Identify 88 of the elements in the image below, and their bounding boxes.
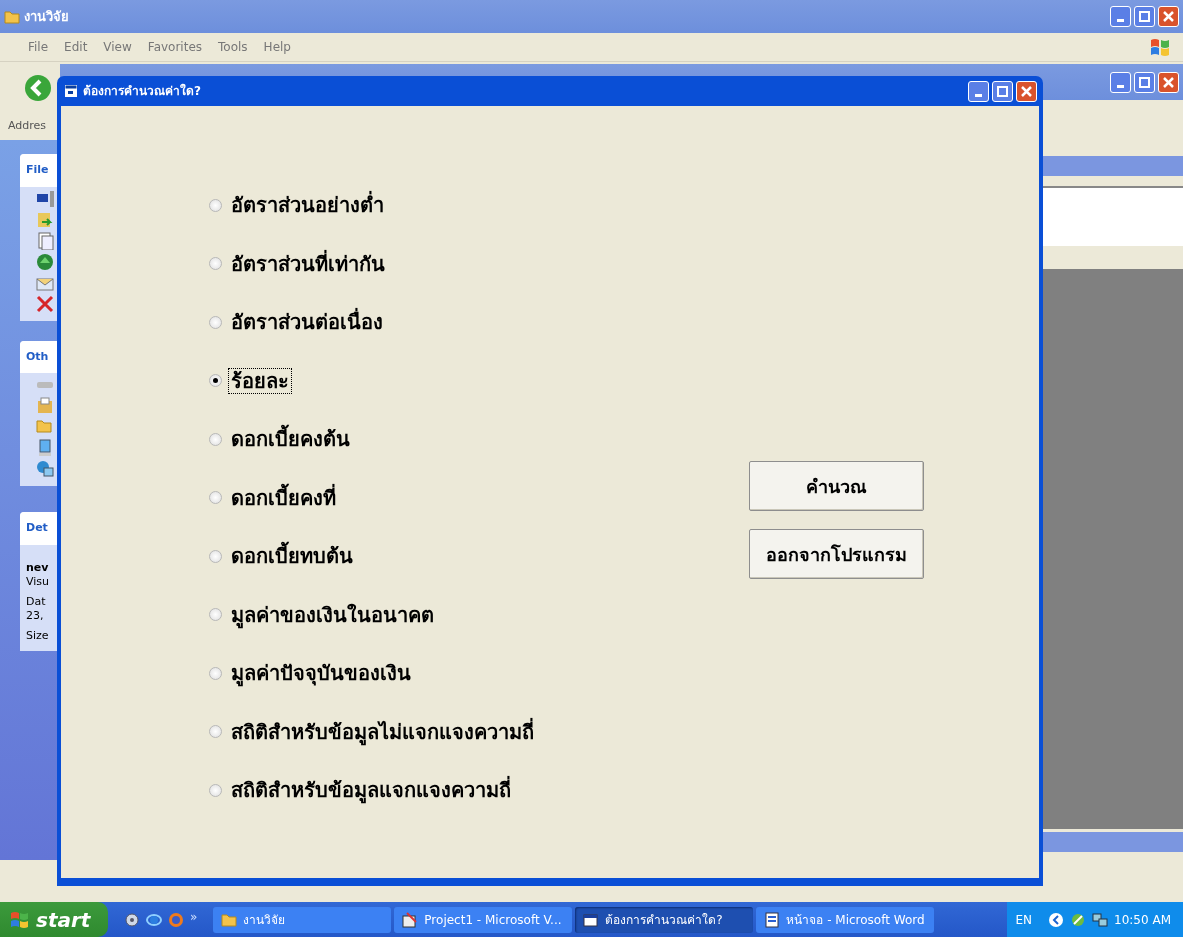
- radio-button[interactable]: [209, 608, 222, 622]
- maximize-icon: [1139, 11, 1150, 22]
- detail-text: 23,: [25, 608, 45, 623]
- document-icon: [36, 231, 54, 250]
- chevron-icon[interactable]: [1048, 911, 1065, 928]
- minimize-button[interactable]: [1110, 71, 1131, 93]
- close-icon: [1163, 11, 1174, 22]
- maximize-button[interactable]: [1134, 71, 1155, 93]
- option-label[interactable]: ร้อยละ: [228, 367, 292, 394]
- pane-heading[interactable]: Det: [20, 512, 57, 545]
- option-label[interactable]: ดอกเบี้ยคงที่: [228, 484, 339, 511]
- folder-icon: [36, 418, 54, 436]
- window-title: งานวิจัย: [24, 7, 69, 26]
- more-button[interactable]: »: [190, 907, 198, 926]
- windows-logo-icon: [1149, 36, 1171, 58]
- menu-item[interactable]: File: [28, 38, 49, 56]
- detail-text: Dat: [25, 594, 47, 609]
- program-icon: [402, 911, 419, 928]
- close-icon: [1021, 85, 1032, 97]
- radio-button[interactable]: [209, 257, 222, 271]
- taskbar-button[interactable]: หน้าจอ - Microsoft Word: [756, 906, 935, 933]
- address-label: Addres: [8, 117, 47, 134]
- maximize-icon: [1139, 76, 1150, 88]
- form-icon: [583, 911, 600, 928]
- window-title: ต้องการคำนวณค่าใด?: [83, 82, 201, 100]
- folder-icon: [4, 8, 20, 25]
- detail-text: Size: [25, 628, 50, 643]
- start-button[interactable]: start: [0, 902, 108, 937]
- network-icon: [36, 460, 54, 478]
- option-label[interactable]: อัตราส่วนอย่างต่ำ: [228, 192, 387, 219]
- radio-button[interactable]: [209, 783, 222, 797]
- command-button[interactable]: คำนวณ: [749, 461, 924, 511]
- maximize-button[interactable]: [1134, 6, 1155, 27]
- option-label[interactable]: ดอกเบี้ยคงต้น: [228, 426, 353, 453]
- tray-app-icon[interactable]: [1070, 911, 1087, 928]
- copy-arrow-icon: [36, 210, 54, 229]
- maximize-button[interactable]: [992, 80, 1013, 102]
- pane-heading[interactable]: Oth: [20, 340, 57, 373]
- close-button[interactable]: [1158, 71, 1179, 93]
- radio-button[interactable]: [209, 315, 222, 329]
- minimize-icon: [975, 93, 982, 97]
- maximize-icon: [997, 85, 1008, 97]
- language-indicator[interactable]: EN: [1015, 910, 1033, 929]
- command-button[interactable]: ออกจากโปรแกรม: [749, 529, 924, 579]
- back-icon[interactable]: [24, 74, 52, 102]
- minimize-icon: [1117, 84, 1124, 88]
- radio-button[interactable]: [209, 549, 222, 563]
- radio-button[interactable]: [209, 374, 222, 388]
- menu-item[interactable]: View: [103, 38, 132, 56]
- detail-text: nev: [25, 560, 50, 575]
- form-icon: [65, 85, 77, 97]
- option-label[interactable]: อัตราส่วนต่อเนื่อง: [228, 309, 386, 336]
- option-label[interactable]: มูลค่าปัจจุบันของเงิน: [228, 660, 414, 687]
- delete-icon: [36, 294, 54, 313]
- menu-item[interactable]: Favorites: [147, 38, 203, 56]
- menu-item[interactable]: Help: [263, 38, 291, 56]
- menu-item[interactable]: Tools: [218, 38, 248, 56]
- document-icon: [764, 911, 781, 928]
- close-icon: [1163, 76, 1174, 88]
- network-icon[interactable]: [1092, 911, 1109, 928]
- browser-icon[interactable]: [146, 911, 162, 928]
- radio-button[interactable]: [209, 725, 222, 739]
- menu-item[interactable]: Edit: [64, 38, 88, 56]
- option-label[interactable]: สถิติสำหรับข้อมูลแจกแจงความถี่: [228, 777, 514, 804]
- minimize-icon: [1117, 19, 1124, 22]
- minimize-button[interactable]: [968, 80, 989, 102]
- close-button[interactable]: [1158, 6, 1179, 27]
- radio-button[interactable]: [209, 666, 222, 680]
- taskbar-button[interactable]: งานวิจัย: [213, 906, 392, 933]
- close-button[interactable]: [1016, 80, 1037, 102]
- option-label[interactable]: มูลค่าของเงินในอนาคต: [228, 601, 437, 628]
- windows-logo-icon: [10, 909, 30, 930]
- minimize-button[interactable]: [1110, 6, 1131, 27]
- folder-icon: [221, 911, 238, 928]
- radio-button[interactable]: [209, 491, 222, 505]
- taskbar-button[interactable]: ต้องการคำนวณค่าใด?: [575, 906, 754, 933]
- option-label[interactable]: อัตราส่วนที่เท่ากัน: [228, 250, 388, 277]
- clock: 10:50 AM: [1114, 911, 1171, 929]
- radio-button[interactable]: [209, 432, 222, 446]
- computer-icon: [36, 189, 54, 208]
- pane-heading[interactable]: File: [20, 154, 57, 187]
- radio-button[interactable]: [209, 198, 222, 212]
- detail-text: Visu: [25, 574, 51, 589]
- taskbar-button[interactable]: Project1 - Microsoft V...: [394, 906, 573, 933]
- option-label[interactable]: สถิติสำหรับข้อมูลไม่แจกแจงความถี่: [228, 718, 537, 745]
- printer-folder-icon: [36, 397, 54, 415]
- computer-icon: [36, 439, 54, 457]
- option-label[interactable]: ดอกเบี้ยทบต้น: [228, 543, 356, 570]
